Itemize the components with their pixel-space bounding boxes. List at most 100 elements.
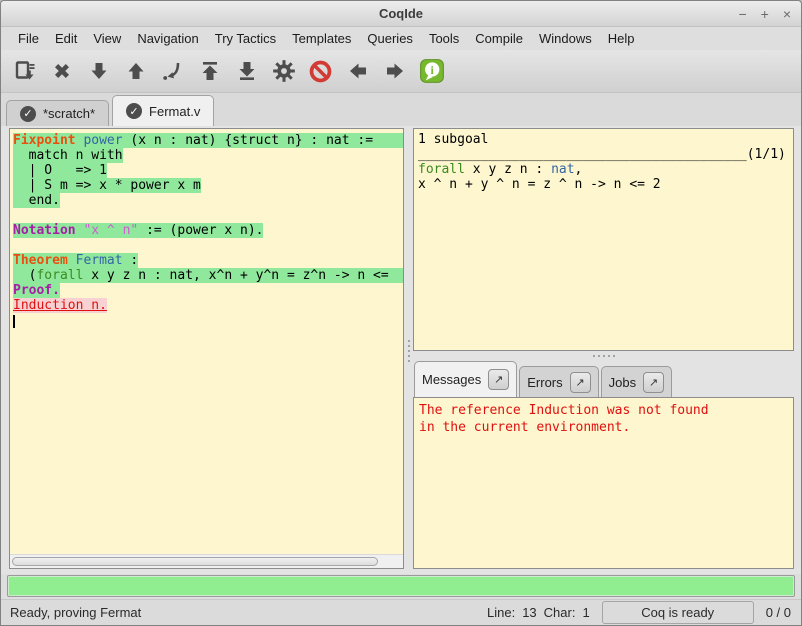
char-label: Char:	[544, 605, 576, 620]
detach-icon[interactable]: ↗	[643, 372, 664, 393]
title-bar[interactable]: CoqIde − + ×	[1, 1, 801, 27]
code-segment: "x ^ n"	[83, 223, 138, 238]
tab-label: Fermat.v	[149, 104, 200, 119]
code-segment: Fermat	[76, 253, 123, 268]
tab-fermat-v[interactable]: ✓Fermat.v	[112, 95, 214, 126]
processed-highlight: | S m => x * power x m	[13, 178, 201, 193]
messages-view[interactable]: The reference Induction was not foundin …	[413, 397, 794, 569]
about-icon: i	[419, 58, 445, 84]
code-line: end.	[13, 193, 403, 208]
menu-windows[interactable]: Windows	[531, 28, 600, 49]
window-title: CoqIde	[1, 6, 801, 21]
up-arrow-button[interactable]	[119, 54, 152, 88]
progress-bar	[7, 575, 795, 597]
tab-label: *scratch*	[43, 106, 95, 121]
code-segment: forall	[36, 268, 83, 283]
close-button[interactable]	[45, 54, 78, 88]
scrollbar-thumb[interactable]	[12, 557, 378, 566]
code-segment: power	[83, 133, 122, 148]
code-segment: Fixpoint	[13, 133, 76, 148]
code-segment: Notation	[13, 223, 76, 238]
status-bar: Ready, proving Fermat Line: 13 Char: 1 C…	[1, 599, 801, 625]
script-editor-panel: Fixpoint power (x n : nat) {struct n} : …	[9, 128, 404, 569]
menu-compile[interactable]: Compile	[467, 28, 531, 49]
processed-highlight: Theorem Fermat :	[13, 253, 138, 268]
menu-view[interactable]: View	[85, 28, 129, 49]
code-segment: Induction n.	[13, 298, 107, 313]
code-line: Notation "x ^ n" := (power x n).	[13, 223, 403, 238]
go-to-end-button[interactable]	[230, 54, 263, 88]
code-segment: Theorem	[13, 253, 68, 268]
code-line	[13, 238, 403, 253]
save-button[interactable]	[8, 54, 41, 88]
menu-queries[interactable]: Queries	[359, 28, 421, 49]
code-segment: :	[123, 253, 139, 268]
check-icon: ✓	[20, 106, 36, 122]
processed-highlight: Notation "x ^ n" := (power x n).	[13, 223, 263, 238]
tab-errors[interactable]: Errors↗	[519, 366, 598, 397]
splitter-dot	[408, 340, 410, 342]
interrupt-button[interactable]	[304, 54, 337, 88]
processed-highlight: | O => 1	[13, 163, 107, 178]
splitter-dot	[613, 355, 615, 357]
code-line: Proof.	[13, 283, 403, 298]
menu-file[interactable]: File	[10, 28, 47, 49]
menu-templates[interactable]: Templates	[284, 28, 359, 49]
window-controls: − + ×	[738, 1, 791, 26]
code-segment: forall	[418, 162, 465, 177]
code-line: (forall x y z n : nat, x^n + y^n = z^n -…	[13, 268, 403, 283]
gear-button[interactable]	[267, 54, 300, 88]
detach-icon[interactable]: ↗	[570, 372, 591, 393]
menu-edit[interactable]: Edit	[47, 28, 85, 49]
minimize-button[interactable]: −	[738, 7, 746, 21]
close-icon	[50, 59, 74, 83]
code-segment: nat	[551, 162, 574, 177]
menu-help[interactable]: Help	[600, 28, 643, 49]
back-arrow-button[interactable]	[341, 54, 374, 88]
code-segment: x ^ n + y ^ n = z ^ n -> n <= 2	[418, 177, 661, 192]
forward-arrow-icon	[383, 59, 407, 83]
code-line	[13, 208, 403, 223]
text-caret	[13, 315, 15, 328]
script-editor[interactable]: Fixpoint power (x n : nat) {struct n} : …	[10, 129, 403, 554]
forward-arrow-button[interactable]	[378, 54, 411, 88]
horizontal-splitter[interactable]	[413, 351, 794, 360]
menu-navigation[interactable]: Navigation	[129, 28, 206, 49]
code-segment	[68, 253, 76, 268]
code-line: Induction n.	[13, 298, 403, 313]
maximize-button[interactable]: +	[761, 7, 769, 21]
line-value: 13	[522, 605, 536, 620]
menu-bar: FileEditViewNavigationTry TacticsTemplat…	[1, 27, 801, 50]
processed-highlight: Proof.	[13, 283, 60, 298]
char-value: 1	[582, 605, 589, 620]
gear-icon	[271, 58, 297, 84]
code-segment: (x n : nat) {struct n} : nat :=	[123, 133, 373, 148]
about-button[interactable]: i	[415, 54, 448, 88]
code-line: Fixpoint power (x n : nat) {struct n} : …	[13, 133, 403, 148]
toolbar: i	[1, 50, 801, 93]
code-line: | S m => x * power x m	[13, 178, 403, 193]
tab--scratch-[interactable]: ✓ *scratch*	[6, 100, 109, 126]
go-to-end-icon	[235, 59, 259, 83]
go-to-start-button[interactable]	[193, 54, 226, 88]
back-arrow-icon	[346, 59, 370, 83]
main-area: Fixpoint power (x n : nat) {struct n} : …	[1, 126, 801, 574]
menu-tools[interactable]: Tools	[421, 28, 467, 49]
tab-jobs[interactable]: Jobs↗	[601, 366, 672, 397]
down-arrow-button[interactable]	[82, 54, 115, 88]
code-segment: x y z n :	[465, 162, 551, 177]
message-tab-bar: Messages↗Errors↗Jobs↗	[413, 360, 794, 397]
vertical-splitter[interactable]	[404, 128, 413, 569]
goal-view[interactable]: 1 subgoal_______________________________…	[413, 128, 794, 351]
splitter-dot	[608, 355, 610, 357]
tab-messages[interactable]: Messages↗	[414, 361, 517, 397]
editor-horizontal-scrollbar[interactable]	[10, 554, 403, 568]
goal-line: forall x y z n : nat,	[418, 162, 789, 177]
goal-separator: ________________________________________…	[418, 147, 789, 162]
status-message: Ready, proving Fermat	[10, 605, 480, 620]
close-button[interactable]: ×	[783, 7, 791, 21]
splitter-dot	[593, 355, 595, 357]
menu-try-tactics[interactable]: Try Tactics	[207, 28, 284, 49]
detach-icon[interactable]: ↗	[488, 369, 509, 390]
go-to-cursor-button[interactable]	[156, 54, 189, 88]
